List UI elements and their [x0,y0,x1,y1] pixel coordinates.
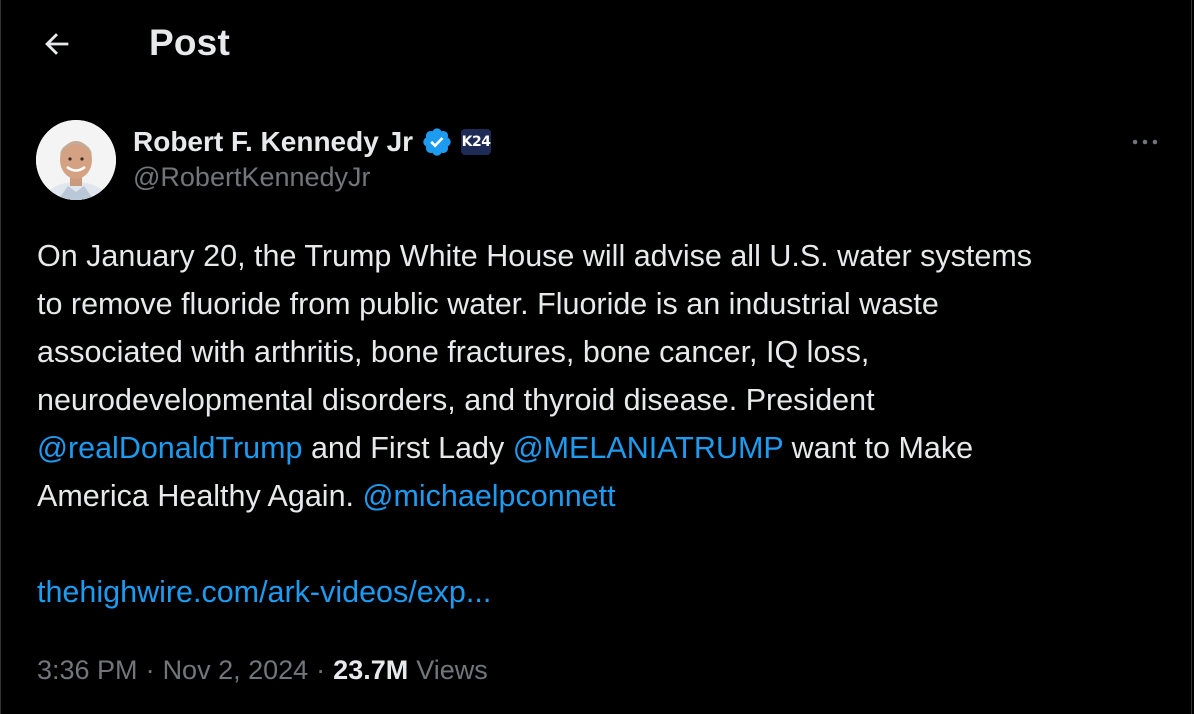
separator-dot: · [316,654,326,685]
views-count[interactable]: 23.7M [333,655,408,686]
header: Post [1,0,1191,88]
external-link[interactable]: thehighwire.com/ark-videos/exp... [37,575,491,609]
tweet-text-segment: want to Make [783,431,974,465]
post-detail-panel: Post Robert F. Kennedy Jr K24 @RobertKen… [0,0,1192,714]
tweet-line: On January 20, the Trump White House wil… [37,239,1033,273]
views-label[interactable]: Views [416,655,488,686]
more-horizontal-icon [1132,139,1158,145]
post-date[interactable]: Nov 2, 2024 [163,655,309,686]
post-time[interactable]: 3:36 PM [37,655,138,686]
tweet-line: America Healthy Again. @michaelpconnett [37,472,1177,520]
tweet-line: @realDonaldTrump and First Lady @MELANIA… [37,424,1177,472]
more-options-button[interactable] [1121,122,1169,162]
author-handle[interactable]: @RobertKennedyJr [133,162,371,193]
mention-link[interactable]: @realDonaldTrump [37,431,302,465]
author-name-row: Robert F. Kennedy Jr K24 [133,122,492,162]
author-avatar[interactable] [36,120,116,200]
tweet-text: On January 20, the Trump White House wil… [37,232,1177,520]
affiliation-badge[interactable]: K24 [461,129,492,155]
avatar-image [36,120,116,200]
mention-link[interactable]: @michaelpconnett [363,479,616,513]
tweet-line: associated with arthritis, bone fracture… [37,335,870,369]
tweet-url-line: thehighwire.com/ark-videos/exp... [37,568,491,616]
back-button[interactable] [35,24,79,64]
verified-badge-icon[interactable] [421,126,453,158]
tweet-line: to remove fluoride from public water. Fl… [37,287,939,321]
author-display-name[interactable]: Robert F. Kennedy Jr [133,126,413,158]
tweet-text-segment: America Healthy Again. [37,479,363,513]
tweet-text-segment: and First Lady [302,431,513,465]
mention-link[interactable]: @MELANIATRUMP [513,431,783,465]
page-title: Post [149,22,230,63]
arrow-left-icon [45,33,69,55]
tweet-line: neurodevelopmental disorders, and thyroi… [37,383,875,417]
separator-dot: · [145,654,155,685]
tweet-meta: 3:36 PM · Nov 2, 2024 · 23.7M Views [37,648,488,692]
